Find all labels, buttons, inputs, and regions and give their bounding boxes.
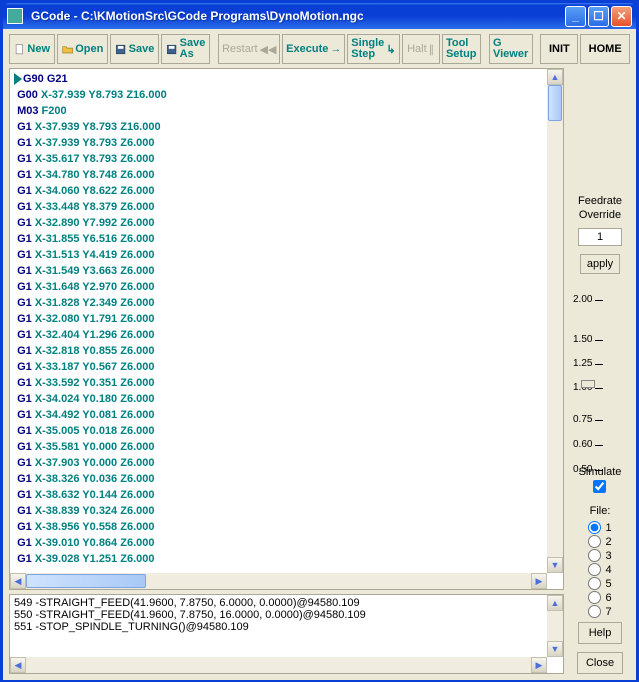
scroll-left-icon[interactable]: ◀: [10, 573, 26, 589]
scroll-down-icon[interactable]: ▼: [547, 557, 563, 573]
file-radio-label: 3: [605, 550, 611, 562]
code-line[interactable]: G1 X-37.939 Y8.793 Z6.000: [14, 135, 543, 151]
code-line[interactable]: M03 F200: [14, 103, 543, 119]
slider-thumb[interactable]: [581, 380, 595, 388]
code-line[interactable]: G1 X-31.648 Y2.970 Z6.000: [14, 279, 543, 295]
file-radio-7[interactable]: [588, 605, 601, 618]
file-radio-1[interactable]: [588, 521, 601, 534]
maximize-button[interactable]: ☐: [588, 6, 609, 27]
app-icon: [7, 8, 23, 24]
tool-setup-button[interactable]: Tool Setup: [442, 34, 481, 64]
code-line[interactable]: G1 X-33.592 Y0.351 Z6.000: [14, 375, 543, 391]
g-viewer-button[interactable]: G Viewer: [489, 34, 533, 64]
code-line[interactable]: G1 X-32.080 Y1.791 Z6.000: [14, 311, 543, 327]
file-radio-6[interactable]: [588, 591, 601, 604]
init-button[interactable]: INIT: [540, 34, 578, 64]
step-icon: ↳: [386, 43, 395, 56]
file-radio-label: 7: [605, 606, 611, 618]
code-line[interactable]: G1 X-34.780 Y8.748 Z6.000: [14, 167, 543, 183]
close-button[interactable]: ✕: [611, 6, 632, 27]
code-line[interactable]: G00 X-37.939 Y8.793 Z16.000: [14, 87, 543, 103]
code-line[interactable]: G1 X-38.956 Y0.558 Z6.000: [14, 519, 543, 535]
pause-icon: ∥: [429, 43, 435, 56]
simulate-checkbox[interactable]: [593, 480, 606, 493]
log-line: 549 -STRAIGHT_FEED(41.9600, 7.8750, 6.00…: [14, 597, 543, 609]
code-line[interactable]: G1 X-31.549 Y3.663 Z6.000: [14, 263, 543, 279]
scroll-up-icon[interactable]: ▲: [547, 69, 563, 85]
feedrate-override-input[interactable]: [578, 228, 622, 246]
code-line[interactable]: G1 X-35.581 Y0.000 Z6.000: [14, 439, 543, 455]
slider-tick: 2.00: [573, 294, 627, 305]
code-line[interactable]: G1 X-38.632 Y0.144 Z6.000: [14, 487, 543, 503]
save-as-button[interactable]: Save As: [161, 34, 210, 64]
feedrate-slider[interactable]: 2.001.501.251.000.750.600.50: [573, 294, 627, 464]
file-radio-label: 1: [605, 522, 611, 534]
gcode-editor[interactable]: G90 G21 G00 X-37.939 Y8.793 Z16.000 M03 …: [9, 68, 564, 590]
execute-button[interactable]: Execute→: [282, 34, 345, 64]
code-line[interactable]: G1 X-38.839 Y0.324 Z6.000: [14, 503, 543, 519]
horizontal-scrollbar[interactable]: ◀▶: [10, 657, 547, 673]
code-line[interactable]: G1 X-35.005 Y0.018 Z6.000: [14, 423, 543, 439]
file-radio-3[interactable]: [588, 549, 601, 562]
horizontal-scrollbar[interactable]: ◀ ▶: [10, 573, 547, 589]
toolbar: New Open Save Save As Restart◀◀ Execute→…: [3, 29, 636, 68]
log-line: 550 -STRAIGHT_FEED(41.9600, 7.8750, 16.0…: [14, 609, 543, 621]
code-line[interactable]: G1 X-34.060 Y8.622 Z6.000: [14, 183, 543, 199]
slider-tick: 0.75: [573, 414, 627, 425]
file-radio-label: 6: [605, 592, 611, 604]
code-line[interactable]: G1 X-32.404 Y1.296 Z6.000: [14, 327, 543, 343]
apply-button[interactable]: apply: [580, 254, 620, 274]
halt-button[interactable]: Halt∥: [402, 34, 440, 64]
scroll-thumb[interactable]: [26, 574, 146, 588]
code-line[interactable]: G1 X-37.939 Y8.793 Z16.000: [14, 119, 543, 135]
arrow-right-icon: →: [330, 43, 341, 55]
file-radio-2[interactable]: [588, 535, 601, 548]
new-button[interactable]: New: [9, 34, 55, 64]
vertical-scrollbar[interactable]: ▲▼: [547, 595, 563, 657]
home-button[interactable]: HOME: [580, 34, 630, 64]
slider-tick: 0.50: [573, 464, 627, 475]
scroll-thumb[interactable]: [548, 85, 562, 121]
code-line[interactable]: G1 X-34.024 Y0.180 Z6.000: [14, 391, 543, 407]
code-line[interactable]: G1 X-39.010 Y0.864 Z6.000: [14, 535, 543, 551]
vertical-scrollbar[interactable]: ▲ ▼: [547, 69, 563, 573]
save-button[interactable]: Save: [110, 34, 159, 64]
code-line[interactable]: G1 X-37.903 Y0.000 Z6.000: [14, 455, 543, 471]
code-line[interactable]: G1 X-33.187 Y0.567 Z6.000: [14, 359, 543, 375]
open-button[interactable]: Open: [57, 34, 108, 64]
close-dialog-button[interactable]: Close: [577, 652, 623, 674]
code-line[interactable]: G1 X-34.492 Y0.081 Z6.000: [14, 407, 543, 423]
file-radio-label: 2: [605, 536, 611, 548]
slider-tick: 0.60: [573, 439, 627, 450]
file-radio-label: 5: [605, 578, 611, 590]
rewind-icon: ◀◀: [260, 43, 277, 56]
code-line[interactable]: G1 X-31.513 Y4.419 Z6.000: [14, 247, 543, 263]
code-line[interactable]: G1 X-35.617 Y8.793 Z6.000: [14, 151, 543, 167]
code-line[interactable]: G1 X-31.855 Y6.516 Z6.000: [14, 231, 543, 247]
log-panel: 549 -STRAIGHT_FEED(41.9600, 7.8750, 6.00…: [9, 594, 564, 674]
code-line[interactable]: G1 X-31.828 Y2.349 Z6.000: [14, 295, 543, 311]
code-line[interactable]: G1 X-38.326 Y0.036 Z6.000: [14, 471, 543, 487]
file-radio-4[interactable]: [588, 563, 601, 576]
code-line[interactable]: G1 X-39.028 Y1.251 Z6.000: [14, 551, 543, 567]
single-step-button[interactable]: Single Step↳: [347, 34, 399, 64]
slider-tick: 1.25: [573, 358, 627, 369]
restart-button[interactable]: Restart◀◀: [218, 34, 280, 64]
file-radio-label: 4: [605, 564, 611, 576]
code-line[interactable]: G90 G21: [14, 71, 543, 87]
log-line: 551 -STOP_SPINDLE_TURNING()@94580.109: [14, 621, 543, 633]
minimize-button[interactable]: _: [565, 6, 586, 27]
scroll-right-icon[interactable]: ▶: [531, 573, 547, 589]
file-label: File:: [590, 505, 611, 517]
window-title: GCode - C:\KMotionSrc\GCode Programs\Dyn…: [27, 9, 565, 23]
feedrate-override-label: Feedrate Override: [578, 194, 622, 222]
slider-tick: 1.50: [573, 334, 627, 345]
code-line[interactable]: G1 X-32.818 Y0.855 Z6.000: [14, 343, 543, 359]
code-line[interactable]: G1 X-32.890 Y7.992 Z6.000: [14, 215, 543, 231]
file-radio-5[interactable]: [588, 577, 601, 590]
help-button[interactable]: Help: [578, 622, 622, 644]
code-line[interactable]: G1 X-33.448 Y8.379 Z6.000: [14, 199, 543, 215]
